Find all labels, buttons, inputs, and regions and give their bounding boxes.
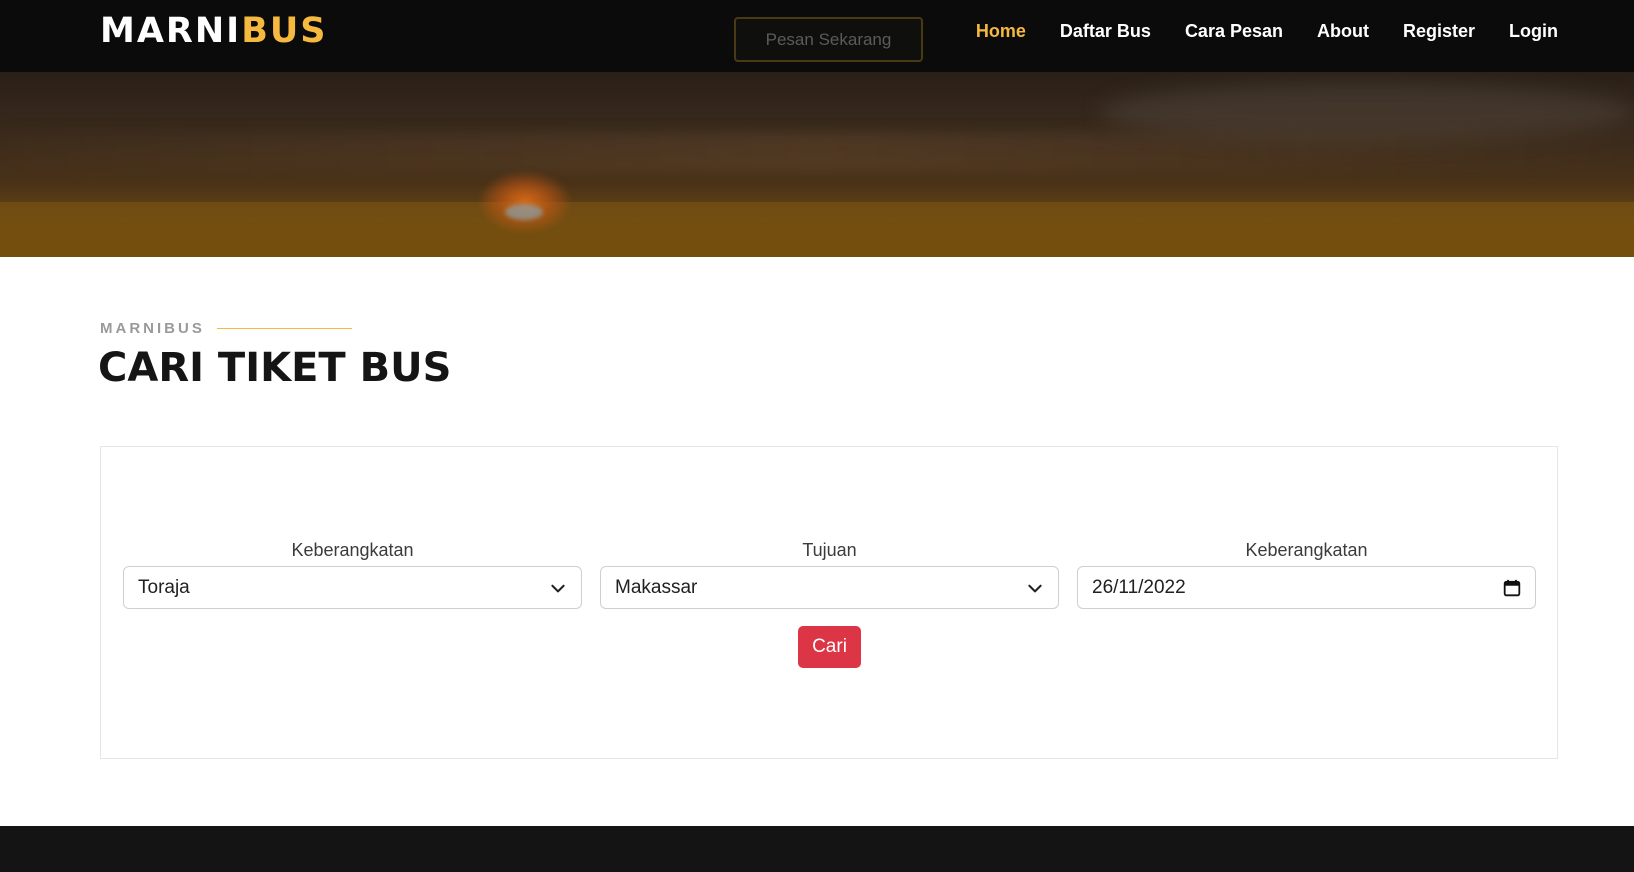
nav-register[interactable]: Register	[1403, 21, 1475, 42]
section-eyebrow-text: MARNIBUS	[100, 320, 205, 337]
to-field: Tujuan Makassar	[600, 539, 1059, 609]
site-footer	[0, 826, 1634, 872]
hero-horizon	[0, 202, 1634, 257]
hero-sun-reflection	[505, 204, 543, 220]
to-label: Tujuan	[802, 540, 857, 560]
chevron-down-icon	[1028, 584, 1042, 593]
eyebrow-divider	[216, 328, 352, 329]
logo-text-primary: MARNI	[100, 11, 242, 51]
chevron-down-icon	[551, 584, 565, 593]
to-select[interactable]: Makassar	[600, 566, 1059, 609]
search-form-card: Keberangkatan Toraja Tujuan Makassar Keb…	[100, 446, 1558, 759]
nav-cara-pesan[interactable]: Cara Pesan	[1185, 21, 1283, 42]
date-input-value: 26/11/2022	[1092, 576, 1186, 598]
nav-about[interactable]: About	[1317, 21, 1369, 42]
site-header: MARNIBUS Pesan Sekarang Home Daftar Bus …	[0, 0, 1634, 72]
logo-text-accent: BUS	[241, 11, 328, 51]
hero-sun	[480, 172, 570, 232]
logo[interactable]: MARNIBUS	[100, 10, 328, 52]
from-select[interactable]: Toraja	[123, 566, 582, 609]
from-field: Keberangkatan Toraja	[123, 539, 582, 609]
to-select-value: Makassar	[615, 576, 698, 598]
hero-banner-image	[0, 72, 1634, 257]
cari-button[interactable]: Cari	[798, 626, 861, 668]
hero-cloud-band	[0, 132, 1634, 172]
date-input[interactable]: 26/11/2022	[1077, 566, 1536, 609]
nav-home[interactable]: Home	[976, 21, 1026, 42]
date-field: Keberangkatan 26/11/2022	[1077, 539, 1536, 609]
nav-login[interactable]: Login	[1509, 21, 1558, 42]
main-nav: Home Daftar Bus Cara Pesan About Registe…	[976, 0, 1558, 62]
page-title: CARI TIKET BUS	[98, 345, 452, 391]
nav-daftar-bus[interactable]: Daftar Bus	[1060, 21, 1151, 42]
from-select-value: Toraja	[138, 576, 190, 598]
calendar-icon[interactable]	[1503, 579, 1521, 597]
from-label: Keberangkatan	[291, 540, 414, 560]
pesan-sekarang-button[interactable]: Pesan Sekarang	[734, 17, 923, 62]
date-label: Keberangkatan	[1245, 540, 1368, 560]
section-eyebrow: MARNIBUS	[100, 320, 352, 337]
